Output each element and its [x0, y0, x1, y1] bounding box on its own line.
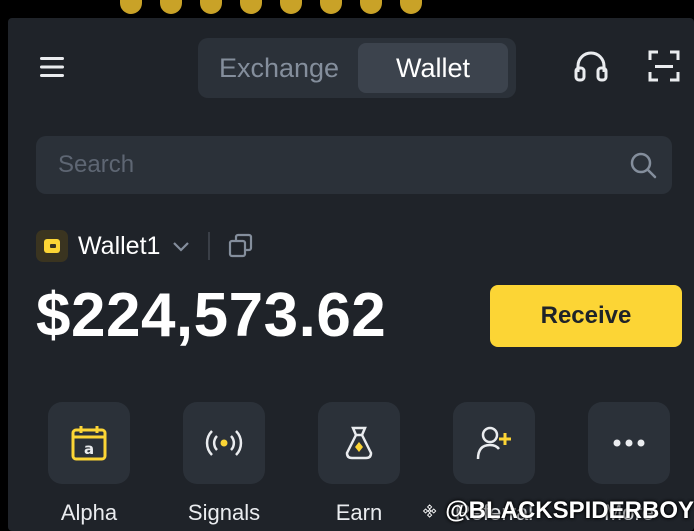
- wallet-selector-label[interactable]: Wallet1: [78, 230, 160, 262]
- alpha-tile[interactable]: a: [48, 402, 130, 484]
- action-label: Earn: [335, 500, 383, 525]
- referral-tile[interactable]: [453, 402, 535, 484]
- exchange-wallet-switch: Exchange Wallet: [198, 38, 516, 98]
- wallet-screen: Exchange Wallet Search Wallet1 $224,573.…: [8, 18, 694, 531]
- copy-icon[interactable]: [226, 231, 256, 261]
- action-label: Alpha: [60, 500, 118, 525]
- tab-exchange[interactable]: Exchange: [204, 43, 354, 93]
- headset-support-icon[interactable]: [573, 50, 609, 84]
- money-bag-icon: [345, 426, 373, 460]
- signals-tile[interactable]: [183, 402, 265, 484]
- wallet-icon: [36, 230, 68, 262]
- watermark-text: @BLACKSPIDERBOY: [445, 497, 694, 524]
- search-icon[interactable]: [628, 150, 658, 180]
- watermark: @BLACKSPIDERBOY: [422, 491, 694, 531]
- svg-text:a: a: [84, 440, 94, 458]
- action-label: Signals: [187, 500, 261, 525]
- search-field[interactable]: Search: [36, 136, 672, 194]
- total-balance: $224,573.62: [36, 281, 387, 350]
- decorative-coin-strip: [120, 0, 440, 14]
- receive-button[interactable]: Receive: [490, 285, 682, 347]
- search-placeholder: Search: [58, 151, 135, 178]
- scan-icon[interactable]: [648, 50, 680, 82]
- binance-logo-icon: [422, 504, 437, 518]
- add-user-icon: [476, 426, 511, 460]
- more-tile[interactable]: [588, 402, 670, 484]
- earn-tile[interactable]: [318, 402, 400, 484]
- more-dots-icon: [613, 439, 645, 447]
- signals-broadcast-icon: [205, 430, 243, 456]
- tab-wallet[interactable]: Wallet: [358, 43, 508, 93]
- alpha-calendar-icon: a: [71, 426, 107, 461]
- divider: [208, 232, 210, 260]
- chevron-down-icon[interactable]: [170, 235, 192, 257]
- menu-icon[interactable]: [38, 54, 66, 80]
